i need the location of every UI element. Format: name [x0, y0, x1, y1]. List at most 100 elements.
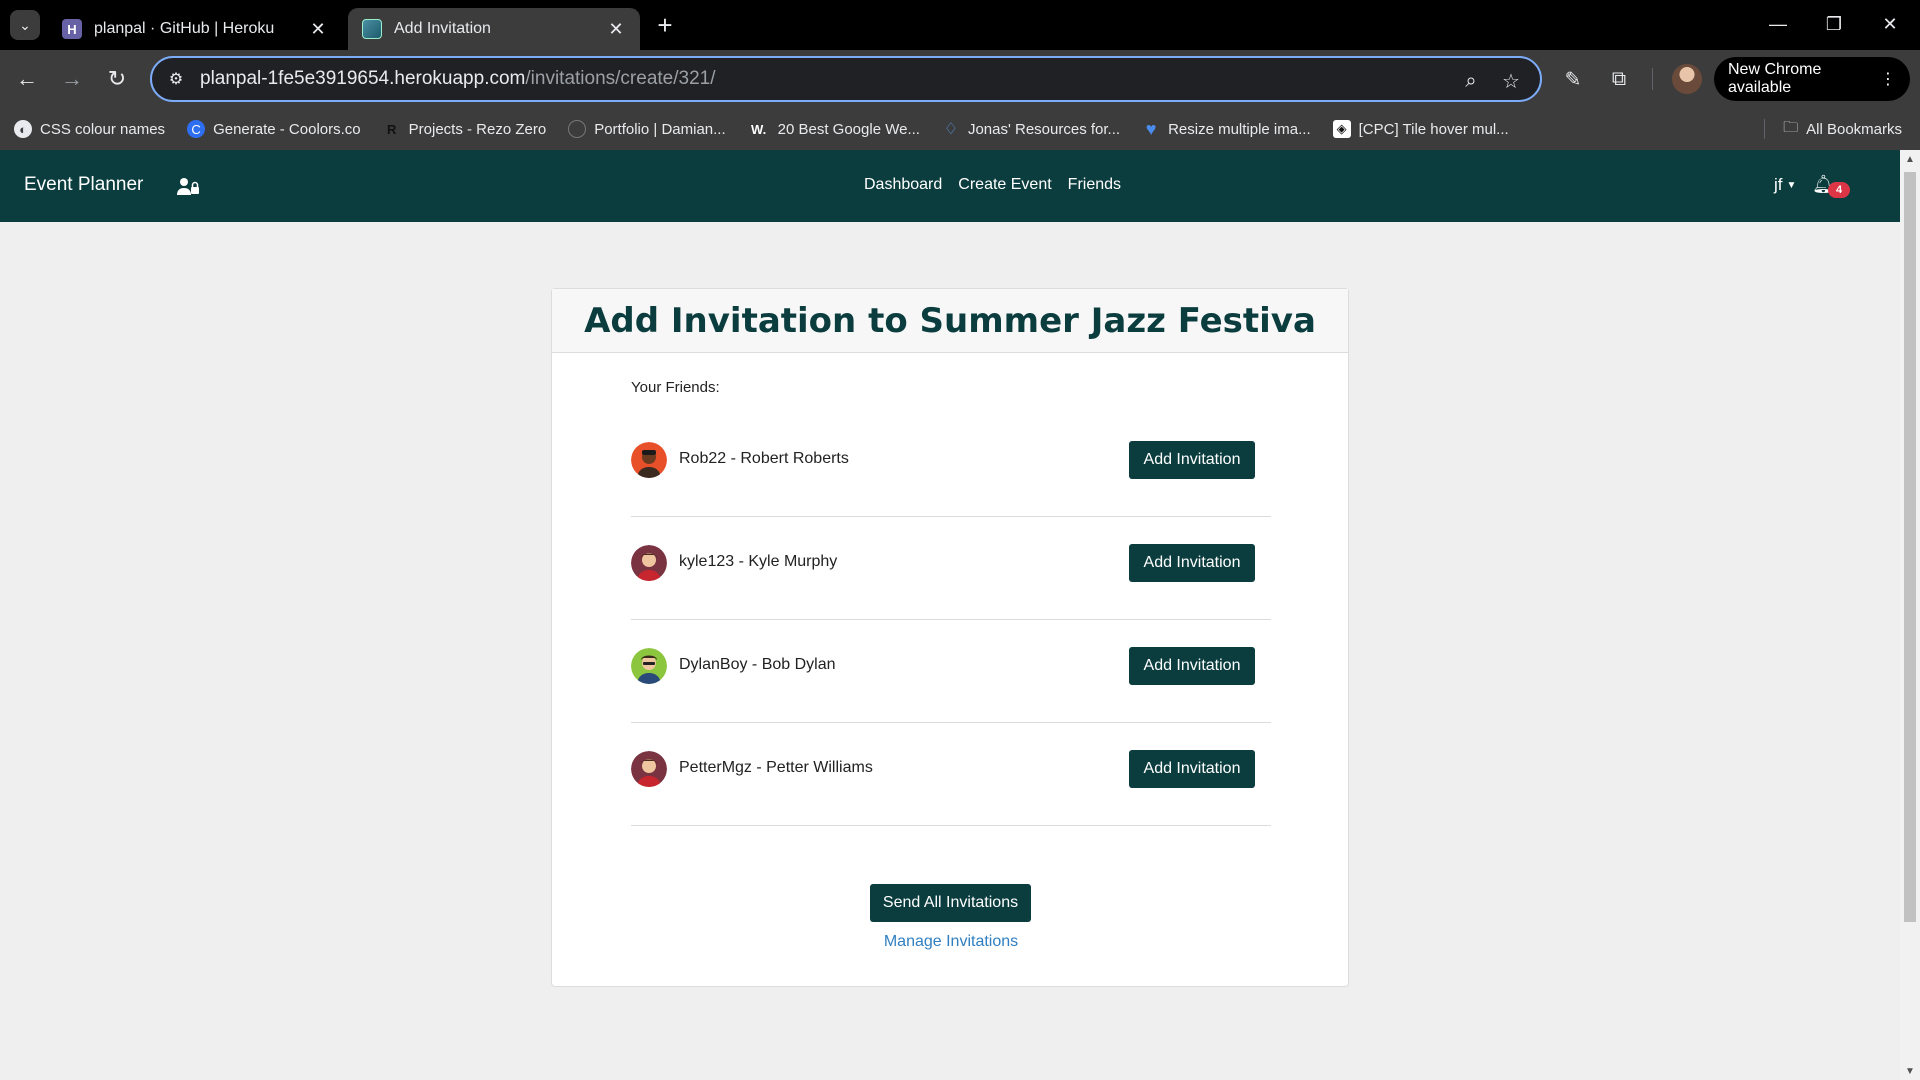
page-viewport: Event Planner Dashboard Create Event Fri…: [0, 150, 1900, 1080]
site-info-icon[interactable]: ⚙: [166, 69, 186, 89]
folder-icon: 🗀: [1783, 118, 1799, 136]
nav-friends[interactable]: Friends: [1068, 176, 1121, 194]
page-scrollbar[interactable]: ▲ ▼: [1900, 150, 1920, 1080]
rezo-zero-icon: R: [386, 121, 397, 137]
scroll-thumb[interactable]: [1904, 172, 1916, 922]
reload-icon[interactable]: ↻: [100, 62, 134, 96]
manage-invitations-text[interactable]: Manage Invitations: [884, 933, 1018, 950]
bookmark-item[interactable]: R Projects - Rezo Zero: [383, 120, 547, 138]
avatar: [631, 545, 667, 581]
zoom-icon[interactable]: ⌕: [1458, 68, 1484, 94]
page-title: Add Invitation to Summer Jazz Festiva: [584, 300, 1316, 341]
friend-name: PetterMgz - Petter Williams: [679, 759, 873, 776]
planpal-favicon-icon: [362, 19, 382, 39]
portfolio-icon: [568, 120, 587, 138]
bookmark-item[interactable]: ◈ [CPC] Tile hover mul...: [1332, 120, 1509, 138]
update-label: New Chrome available: [1728, 61, 1822, 96]
caret-down-icon: ▼: [1786, 180, 1797, 191]
w-site-icon: W.: [751, 121, 767, 137]
app-navbar: Event Planner Dashboard Create Event Fri…: [0, 150, 1900, 222]
more-menu-icon: ⋮: [1880, 71, 1896, 88]
close-icon[interactable]: ✕: [606, 19, 626, 39]
bookmark-item[interactable]: ♢ Jonas' Resources for...: [942, 120, 1121, 139]
bookmark-item[interactable]: Portfolio | Damian...: [568, 120, 726, 138]
tab-search-chevron-icon[interactable]: ⌄: [10, 10, 40, 40]
all-bookmarks-label: All Bookmarks: [1806, 120, 1902, 138]
bookmark-label: [CPC] Tile hover mul...: [1358, 120, 1509, 138]
main-nav: Dashboard Create Event Friends: [864, 176, 1137, 194]
address-bar[interactable]: ⚙ planpal-1fe5e3919654.herokuapp.com/inv…: [150, 56, 1542, 102]
bookmark-item[interactable]: ♥ Resize multiple ima...: [1142, 118, 1311, 139]
invitation-card: Add Invitation to Summer Jazz Festiva Yo…: [551, 288, 1349, 987]
forward-arrow-icon[interactable]: →: [55, 62, 89, 96]
bookmarks-divider: [1764, 119, 1766, 139]
user-initials: jf: [1774, 175, 1783, 194]
nav-create-event[interactable]: Create Event: [958, 176, 1051, 194]
bookmark-item[interactable]: C Generate - Coolors.co: [187, 120, 361, 138]
tab-strip: ⌄ H planpal · GitHub | Heroku ✕ Add Invi…: [0, 0, 1920, 50]
scroll-up-icon[interactable]: ▲: [1900, 150, 1920, 168]
eyedropper-extension-icon[interactable]: ✎: [1557, 63, 1589, 95]
send-all-invitations-button[interactable]: Send All Invitations: [870, 884, 1031, 922]
user-lock-icon[interactable]: [176, 176, 200, 196]
codepen-icon: ◈: [1332, 120, 1351, 138]
friend-row: PetterMgz - Petter Williams Add Invitati…: [631, 723, 1271, 826]
minimize-icon[interactable]: —: [1750, 0, 1806, 48]
all-bookmarks-button[interactable]: 🗀 All Bookmarks: [1764, 108, 1902, 150]
coolors-icon: C: [187, 120, 206, 138]
add-invitation-button[interactable]: Add Invitation: [1129, 750, 1255, 788]
friend-name: kyle123 - Kyle Murphy: [679, 553, 838, 570]
toolbar-divider: [1652, 68, 1653, 90]
avatar: [631, 442, 667, 478]
heart-icon: ♥: [1145, 118, 1157, 139]
bookmarks-bar: ◐ CSS colour names C Generate - Coolors.…: [0, 108, 1920, 150]
friend-row: DylanBoy - Bob Dylan Add Invitation: [631, 620, 1271, 723]
back-arrow-icon[interactable]: ←: [10, 62, 44, 96]
bookmark-label: Generate - Coolors.co: [213, 120, 361, 138]
friend-row: Rob22 - Robert Roberts Add Invitation: [631, 414, 1271, 517]
bookmark-label: Portfolio | Damian...: [594, 120, 726, 138]
tab-title: Add Invitation: [394, 20, 491, 37]
bookmark-label: Resize multiple ima...: [1168, 120, 1311, 138]
scroll-down-icon[interactable]: ▼: [1900, 1062, 1920, 1080]
add-invitation-button[interactable]: Add Invitation: [1129, 647, 1255, 685]
url-text[interactable]: planpal-1fe5e3919654.herokuapp.com/invit…: [200, 68, 716, 90]
add-invitation-button[interactable]: Add Invitation: [1129, 441, 1255, 479]
manage-invitations-link: Manage Invitations: [552, 933, 1350, 951]
chrome-update-button[interactable]: New Chrome available ⋮: [1714, 57, 1910, 101]
avatar: [631, 751, 667, 787]
bookmark-label: CSS colour names: [40, 120, 166, 138]
bookmark-item[interactable]: ◐ CSS colour names: [14, 120, 165, 138]
tab-add-invitation[interactable]: Add Invitation ✕: [348, 8, 640, 50]
user-dropdown[interactable]: jf ▼: [1774, 175, 1796, 195]
notification-badge: 4: [1828, 182, 1850, 198]
heroku-favicon-icon: H: [62, 19, 82, 39]
nav-dashboard[interactable]: Dashboard: [864, 176, 942, 194]
add-invitation-button[interactable]: Add Invitation: [1129, 544, 1255, 582]
tab-title: planpal · GitHub | Heroku: [94, 20, 275, 37]
profile-avatar[interactable]: [1672, 64, 1702, 94]
friend-name: Rob22 - Robert Roberts: [679, 450, 849, 467]
restore-icon[interactable]: ❐: [1806, 0, 1862, 48]
card-header: Add Invitation to Summer Jazz Festiva: [552, 289, 1348, 353]
browser-toolbar: ← → ↻ ⚙ planpal-1fe5e3919654.herokuapp.c…: [0, 50, 1920, 108]
bookmark-label: Jonas' Resources for...: [967, 120, 1121, 138]
globe-icon: ◐: [14, 120, 32, 138]
friends-label: Your Friends:: [631, 379, 720, 396]
avatar: [631, 648, 667, 684]
diamond-icon: ♢: [943, 121, 959, 138]
extensions-puzzle-icon[interactable]: ⧉: [1603, 63, 1635, 95]
friend-row: kyle123 - Kyle Murphy Add Invitation: [631, 517, 1271, 620]
tab-heroku[interactable]: H planpal · GitHub | Heroku ✕: [48, 8, 342, 50]
bookmark-star-icon[interactable]: ☆: [1498, 68, 1524, 94]
new-tab-plus-icon[interactable]: +: [650, 10, 680, 40]
bookmark-label: Projects - Rezo Zero: [408, 120, 547, 138]
friend-name: DylanBoy - Bob Dylan: [679, 656, 836, 673]
brand-link[interactable]: Event Planner: [24, 174, 143, 196]
url-path: /invitations/create/321/: [525, 68, 716, 89]
bookmark-label: 20 Best Google We...: [777, 120, 920, 138]
url-host: planpal-1fe5e3919654.herokuapp.com: [200, 68, 526, 89]
close-icon[interactable]: ✕: [308, 19, 328, 39]
bookmark-item[interactable]: W. 20 Best Google We...: [748, 120, 920, 138]
window-close-icon[interactable]: ✕: [1862, 0, 1918, 48]
